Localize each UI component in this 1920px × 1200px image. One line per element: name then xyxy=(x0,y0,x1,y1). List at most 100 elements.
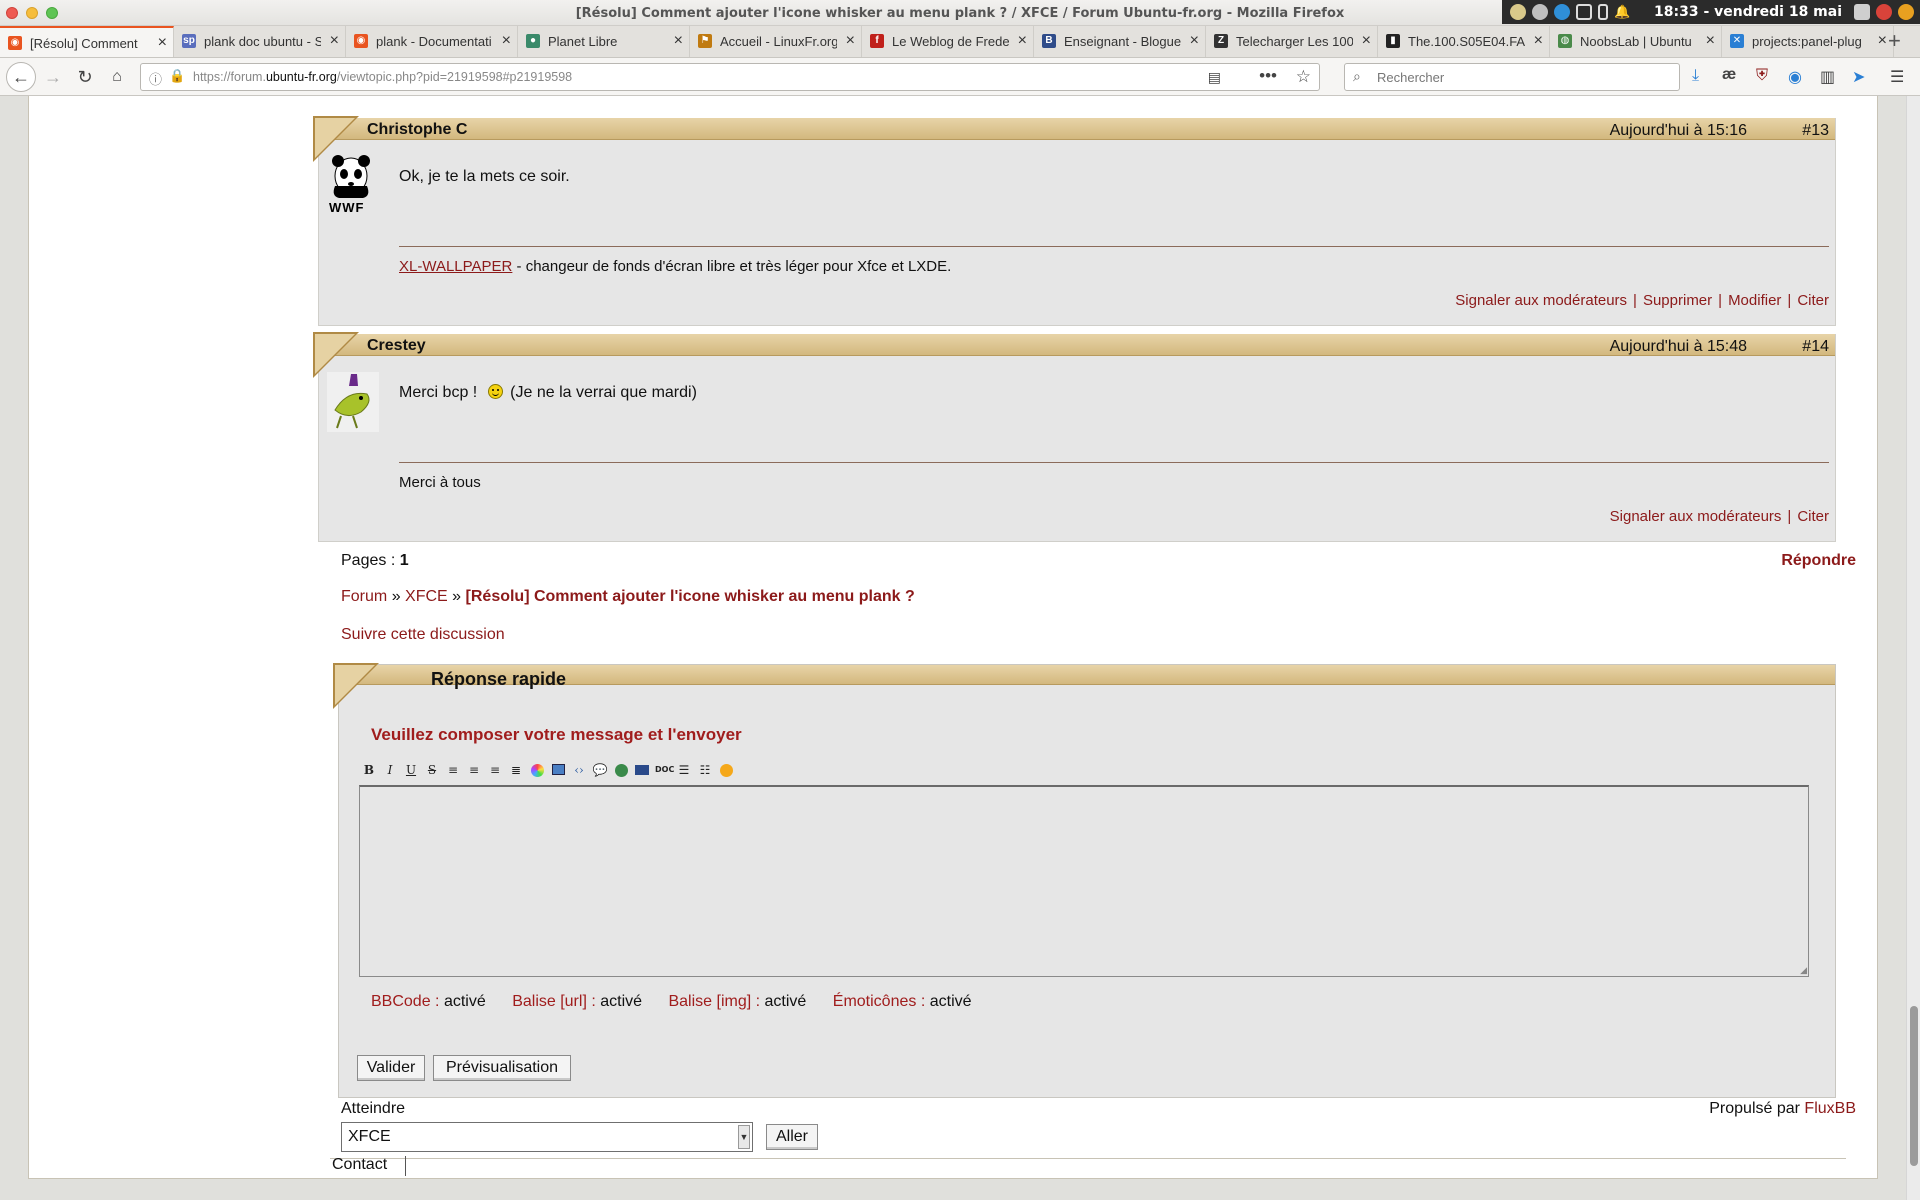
forum-jump-select[interactable]: XFCE ▼ xyxy=(341,1122,753,1152)
tab[interactable]: ◉ plank - Documentati × xyxy=(346,26,518,57)
close-tab-icon[interactable]: × xyxy=(1190,32,1199,50)
image-icon[interactable] xyxy=(550,761,566,779)
emoticon-icon[interactable] xyxy=(718,761,734,779)
post-author[interactable]: Crestey xyxy=(367,337,426,355)
submit-button[interactable]: Valider xyxy=(357,1055,425,1081)
post-date[interactable]: Aujourd'hui à 15:48 xyxy=(1610,338,1747,356)
close-tab-icon[interactable]: × xyxy=(846,32,855,50)
edit-link[interactable]: Modifier xyxy=(1728,292,1781,309)
link-globe-icon[interactable] xyxy=(613,761,629,779)
breadcrumb-forum[interactable]: Forum xyxy=(341,588,387,605)
close-tab-icon[interactable]: × xyxy=(1706,32,1715,50)
search-bar[interactable]: ⌕ Rechercher xyxy=(1344,63,1680,91)
resize-handle-icon[interactable]: ◢ xyxy=(1800,965,1807,976)
code-icon[interactable]: ‹› xyxy=(571,761,587,779)
align-center-icon[interactable]: ≡ xyxy=(466,761,482,779)
tab[interactable]: ✕ projects:panel-plug × xyxy=(1722,26,1894,57)
quote-link[interactable]: Citer xyxy=(1797,508,1829,525)
go-button[interactable]: Aller xyxy=(766,1124,818,1150)
reload-button[interactable]: ↻ xyxy=(72,64,98,90)
bell-icon[interactable]: 🔔 xyxy=(1614,4,1630,20)
delete-link[interactable]: Supprimer xyxy=(1643,292,1712,309)
close-tab-icon[interactable]: × xyxy=(1018,32,1027,50)
close-tab-icon[interactable]: × xyxy=(1362,32,1371,50)
user-icon[interactable] xyxy=(1898,4,1914,20)
align-left-icon[interactable]: ≡ xyxy=(445,761,461,779)
bullet-list-icon[interactable]: ☷ xyxy=(697,761,713,779)
pointer-icon[interactable]: ➤ xyxy=(1852,67,1865,87)
tab[interactable]: ◉ [Résolu] Comment × xyxy=(0,26,174,57)
align-right-icon[interactable]: ≡ xyxy=(487,761,503,779)
tab[interactable]: ◍ NoobsLab | Ubuntu × xyxy=(1550,26,1722,57)
url-text[interactable]: https://forum.ubuntu-fr.org/viewtopic.ph… xyxy=(193,70,572,84)
signature-link[interactable]: XL-WALLPAPER xyxy=(399,258,512,275)
clock[interactable]: 18:33 - vendredi 18 mai xyxy=(1654,4,1842,20)
tab[interactable]: B Enseignant - Blogue × xyxy=(1034,26,1206,57)
forward-button[interactable]: → xyxy=(40,64,66,90)
battery-icon[interactable] xyxy=(1598,4,1608,20)
search-tray-icon[interactable] xyxy=(1554,4,1570,20)
fluxbb-link[interactable]: FluxBB xyxy=(1804,1100,1856,1117)
email-icon[interactable] xyxy=(634,761,650,779)
scrollbar-thumb[interactable] xyxy=(1910,1006,1918,1166)
bookmark-star-icon[interactable]: ☆ xyxy=(1296,67,1311,87)
tab[interactable]: Z Telecharger Les 100 × xyxy=(1206,26,1378,57)
tab[interactable]: ▮ The.100.S05E04.FA × xyxy=(1378,26,1550,57)
italic-icon[interactable]: I xyxy=(382,761,398,779)
tab[interactable]: ⚑ Accueil - LinuxFr.org × xyxy=(690,26,862,57)
report-link[interactable]: Signaler aux modérateurs xyxy=(1455,292,1627,309)
ae-icon[interactable]: æ xyxy=(1722,66,1736,84)
post-date[interactable]: Aujourd'hui à 15:16 xyxy=(1610,122,1747,140)
power-icon[interactable] xyxy=(1876,4,1892,20)
justify-icon[interactable]: ≣ xyxy=(508,761,524,779)
reply-link[interactable]: Répondre xyxy=(1781,552,1856,570)
tab[interactable]: sp plank doc ubuntu - S × xyxy=(174,26,346,57)
message-textarea[interactable]: ◢ xyxy=(359,785,1809,977)
color-picker-icon[interactable] xyxy=(529,761,545,779)
weather-icon[interactable] xyxy=(1510,4,1526,20)
close-tab-icon[interactable]: × xyxy=(1878,32,1887,50)
tab[interactable]: f Le Weblog de Frede × xyxy=(862,26,1034,57)
ublock-icon[interactable]: ⛨ xyxy=(1756,67,1768,85)
tab[interactable]: ● Planet Libre × xyxy=(518,26,690,57)
sidebar-icon[interactable]: ▥ xyxy=(1820,67,1835,87)
back-button[interactable]: ← xyxy=(6,62,36,92)
url-bar[interactable]: ⓘ 🔒 https://forum.ubuntu-fr.org/viewtopi… xyxy=(140,63,1320,91)
quote-bubble-icon[interactable]: 💬 xyxy=(592,761,608,779)
reader-view-icon[interactable]: ▤ xyxy=(1208,69,1221,86)
breadcrumb-topic[interactable]: [Résolu] Comment ajouter l'icone whisker… xyxy=(466,588,915,605)
report-link[interactable]: Signaler aux modérateurs xyxy=(1610,508,1782,525)
ordered-list-icon[interactable]: ☰ xyxy=(676,761,692,779)
extension-badge-icon[interactable]: ◉ xyxy=(1788,67,1802,87)
page-scrollbar[interactable] xyxy=(1906,96,1920,1200)
new-tab-button[interactable]: + xyxy=(1888,28,1901,54)
bold-icon[interactable]: B xyxy=(361,761,377,779)
download-icon[interactable]: ⤓ xyxy=(1692,67,1699,85)
strikethrough-icon[interactable]: S xyxy=(424,761,440,779)
close-tab-icon[interactable]: × xyxy=(502,32,511,50)
display-icon[interactable] xyxy=(1576,4,1592,20)
contact-link[interactable]: Contact xyxy=(332,1156,387,1174)
menu-icon[interactable]: ☰ xyxy=(1890,67,1904,87)
blog-icon: B xyxy=(1042,34,1056,48)
close-tab-icon[interactable]: × xyxy=(158,34,167,52)
page-actions-icon[interactable]: ••• xyxy=(1259,66,1277,86)
follow-topic-link[interactable]: Suivre cette discussion xyxy=(341,626,505,644)
doc-icon[interactable]: DOC xyxy=(655,761,674,779)
cloud-icon[interactable] xyxy=(1532,4,1548,20)
post-number[interactable]: #14 xyxy=(1802,338,1829,356)
dropdown-arrow-icon[interactable]: ▼ xyxy=(738,1125,750,1149)
breadcrumb-category[interactable]: XFCE xyxy=(405,588,448,605)
post-author[interactable]: Christophe C xyxy=(367,121,467,139)
home-button[interactable]: ⌂ xyxy=(104,64,130,90)
close-tab-icon[interactable]: × xyxy=(674,32,683,50)
notes-icon[interactable] xyxy=(1854,4,1870,20)
preview-button[interactable]: Prévisualisation xyxy=(433,1055,571,1081)
close-tab-icon[interactable]: × xyxy=(1534,32,1543,50)
info-icon[interactable]: ⓘ xyxy=(149,69,162,88)
post-number[interactable]: #13 xyxy=(1802,122,1829,140)
underline-icon[interactable]: U xyxy=(403,761,419,779)
tab-label: plank doc ubuntu - S xyxy=(204,34,321,49)
quote-link[interactable]: Citer xyxy=(1797,292,1829,309)
close-tab-icon[interactable]: × xyxy=(330,32,339,50)
